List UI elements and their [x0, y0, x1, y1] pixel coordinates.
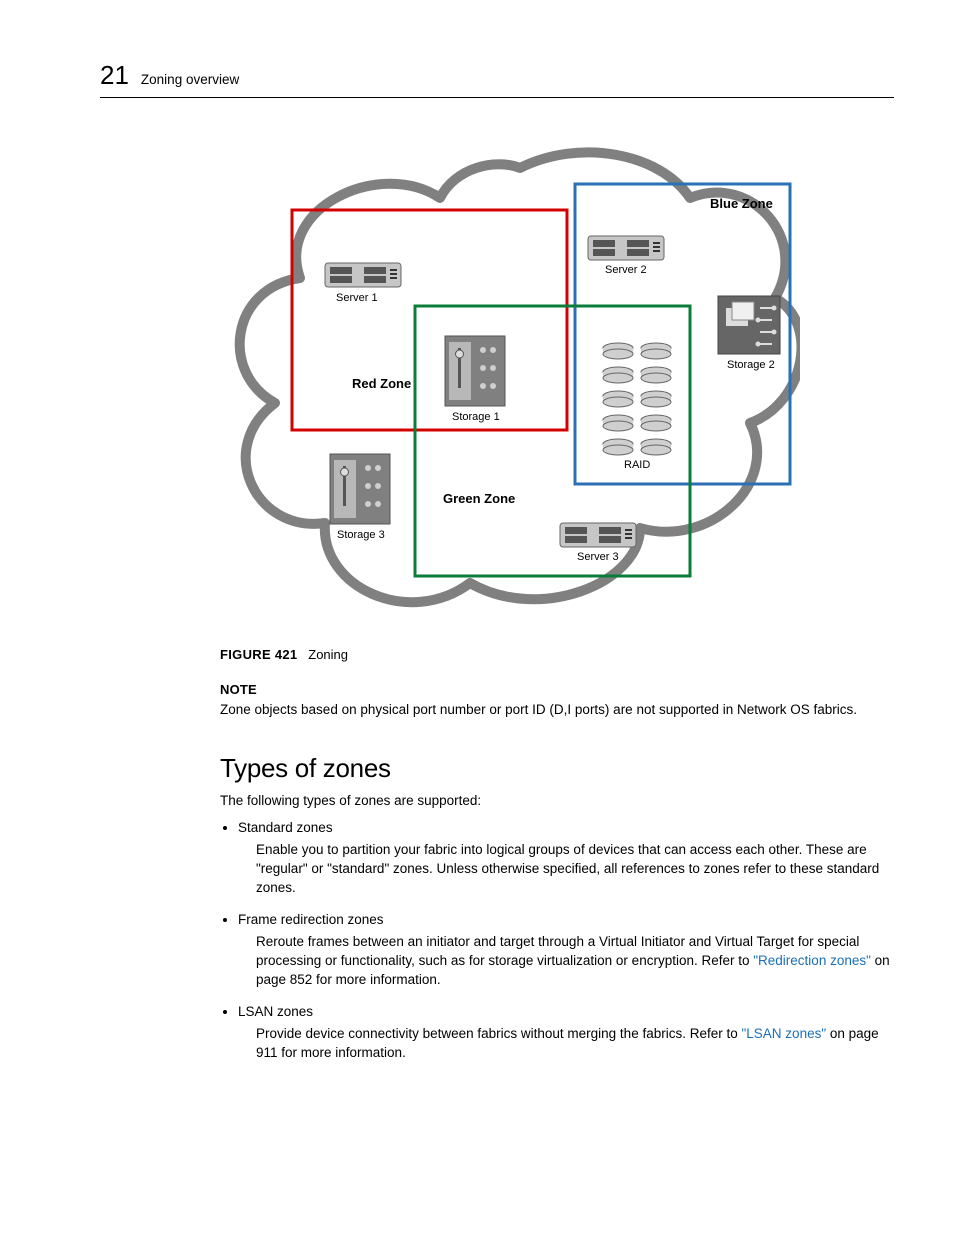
cloud-icon — [240, 152, 800, 602]
figure-title: Zoning — [308, 647, 348, 662]
storage3-label: Storage 3 — [337, 529, 385, 541]
raid-label: RAID — [624, 459, 650, 471]
section-heading: Types of zones — [220, 753, 894, 784]
bullet-desc: Reroute frames between an initiator and … — [256, 933, 894, 990]
server2-icon — [588, 236, 664, 260]
server2-label: Server 2 — [605, 264, 647, 276]
figure-caption: FIGURE 421 Zoning — [220, 647, 894, 662]
blue-zone-label: Blue Zone — [710, 196, 773, 211]
redirection-zones-link[interactable]: "Redirection zones" — [753, 953, 871, 968]
storage2-icon — [718, 296, 780, 354]
bullet-desc: Enable you to partition your fabric into… — [256, 841, 894, 898]
storage1-label: Storage 1 — [452, 411, 500, 423]
bullet-list: Standard zones Enable you to partition y… — [220, 820, 894, 1062]
note-block: NOTE Zone objects based on physical port… — [220, 682, 894, 719]
server3-icon — [560, 523, 636, 547]
bullet-title: Standard zones — [238, 820, 333, 835]
red-zone-label: Red Zone — [352, 376, 411, 391]
zoning-diagram: Red Zone Blue Zone Green Zone Server 1 — [220, 128, 800, 628]
storage3-icon — [330, 454, 390, 524]
server3-label: Server 3 — [577, 551, 619, 563]
page-header: 21 Zoning overview — [100, 60, 894, 98]
figure-zoning: Red Zone Blue Zone Green Zone Server 1 — [220, 128, 894, 662]
section-intro: The following types of zones are support… — [220, 792, 894, 810]
server1-icon — [325, 263, 401, 287]
storage2-label: Storage 2 — [727, 359, 775, 371]
bullet-title: Frame redirection zones — [238, 912, 384, 927]
list-item: Frame redirection zones Reroute frames b… — [238, 912, 894, 990]
note-text: Zone objects based on physical port numb… — [220, 701, 894, 719]
lsan-zones-link[interactable]: "LSAN zones" — [742, 1026, 827, 1041]
green-zone-label: Green Zone — [443, 491, 515, 506]
list-item: LSAN zones Provide device connectivity b… — [238, 1004, 894, 1063]
bullet-desc: Provide device connectivity between fabr… — [256, 1025, 894, 1063]
figure-number: FIGURE 421 — [220, 647, 297, 662]
chapter-title: Zoning overview — [141, 72, 239, 87]
server1-label: Server 1 — [336, 292, 378, 304]
note-label: NOTE — [220, 682, 894, 697]
storage1-icon — [445, 336, 505, 406]
bullet-title: LSAN zones — [238, 1004, 313, 1019]
list-item: Standard zones Enable you to partition y… — [238, 820, 894, 898]
chapter-number: 21 — [100, 60, 129, 91]
